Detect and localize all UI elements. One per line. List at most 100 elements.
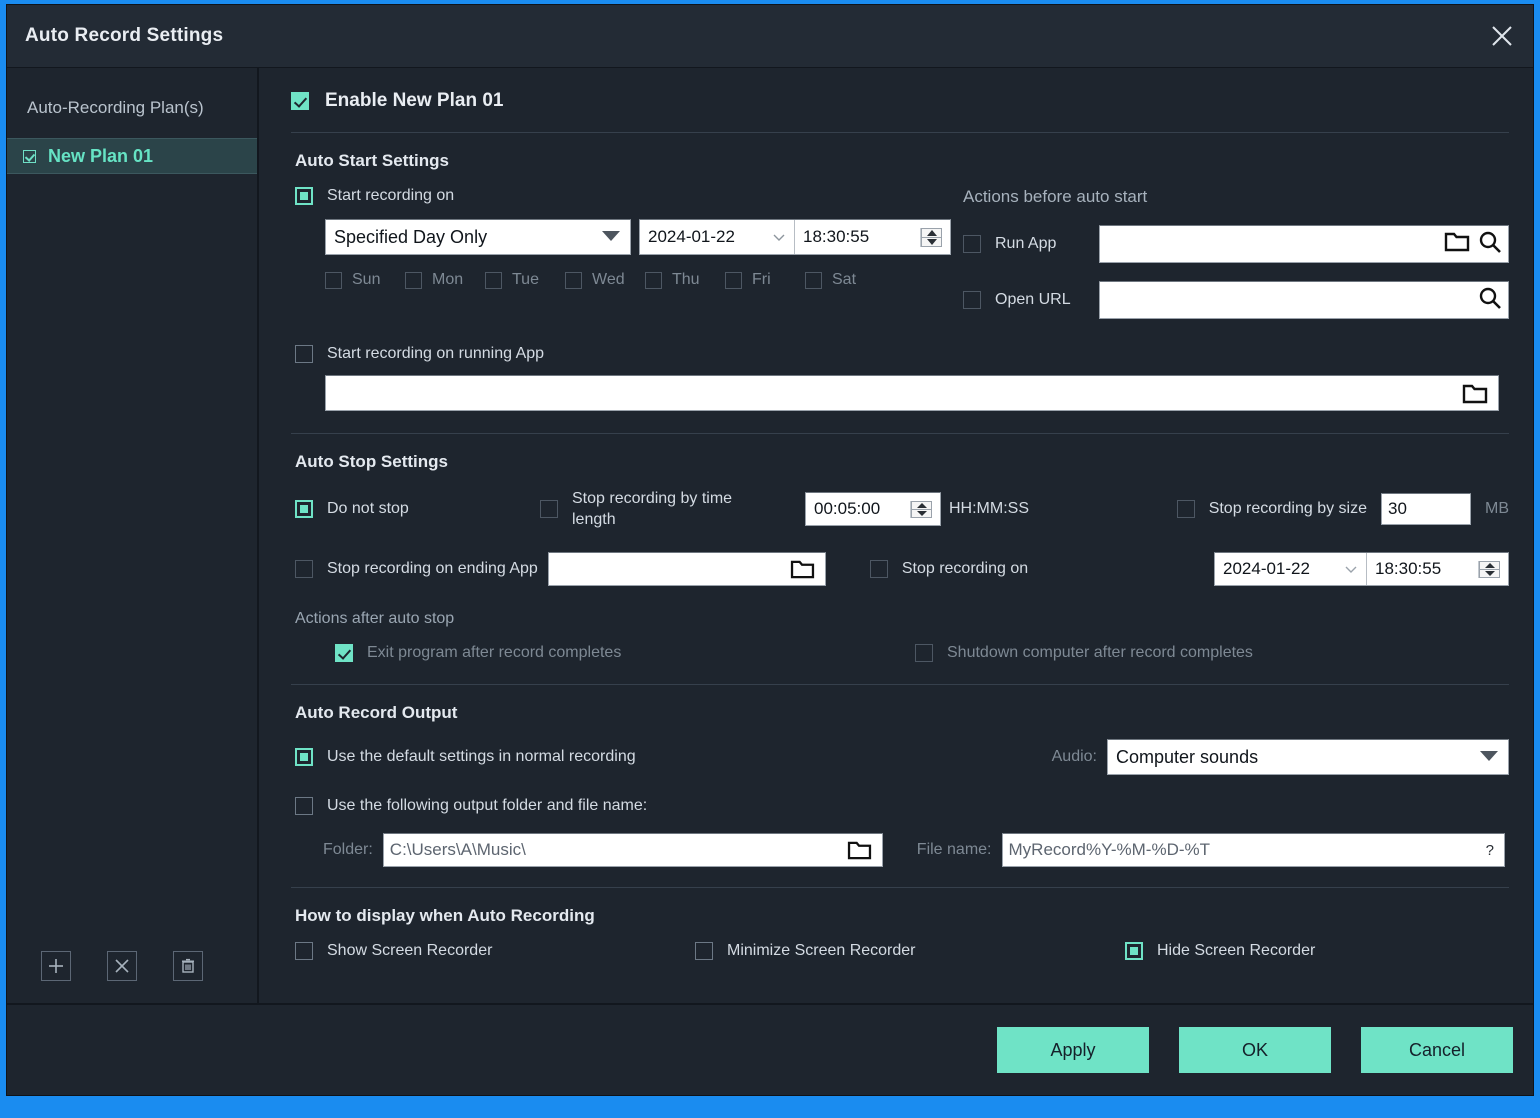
- shutdown-group[interactable]: Shutdown computer after record completes: [915, 644, 1253, 662]
- stop-by-size-label: Stop recording by size: [1208, 500, 1367, 517]
- weekday-sat-checkbox[interactable]: [805, 271, 822, 289]
- stop-size-value: 30: [1388, 499, 1407, 518]
- weekday-wed-checkbox[interactable]: [565, 271, 582, 289]
- search-icon[interactable]: [1478, 286, 1502, 315]
- open-url-input[interactable]: [1099, 281, 1509, 319]
- spinner-up-icon[interactable]: [1479, 560, 1500, 569]
- spinner-down-icon[interactable]: [911, 508, 932, 518]
- time-length-spinner[interactable]: [910, 500, 932, 518]
- ok-button[interactable]: OK: [1179, 1027, 1331, 1073]
- start-recording-on-radio[interactable]: [295, 187, 313, 205]
- use-default-group[interactable]: Use the default settings in normal recor…: [295, 748, 636, 766]
- stop-by-size-checkbox[interactable]: [1176, 500, 1195, 518]
- output-folder-input[interactable]: C:\Users\A\Music\: [382, 833, 883, 867]
- enable-plan-checkbox[interactable]: [291, 92, 309, 110]
- run-app-checkbox[interactable]: [963, 235, 981, 253]
- open-url-checkbox[interactable]: [963, 291, 981, 309]
- run-app-input-icons: [1444, 230, 1502, 259]
- weekday-tue-checkbox[interactable]: [485, 271, 502, 289]
- close-window-button[interactable]: [1471, 5, 1533, 67]
- stop-on-ending-app-checkbox[interactable]: [295, 560, 313, 578]
- start-on-running-app-checkbox[interactable]: [295, 345, 313, 363]
- use-default-radio[interactable]: [295, 748, 313, 766]
- weekday-tue[interactable]: Tue: [485, 271, 565, 289]
- chevron-down-icon: [600, 227, 622, 248]
- weekday-sun-checkbox[interactable]: [325, 271, 342, 289]
- time-length-field[interactable]: 00:05:00: [805, 492, 941, 526]
- folder-icon[interactable]: [1444, 231, 1470, 257]
- start-time-spinner[interactable]: [920, 227, 942, 247]
- run-app-row: Run App: [963, 225, 1509, 263]
- run-app-input[interactable]: [1099, 225, 1509, 263]
- folder-icon[interactable]: [790, 559, 819, 579]
- display-mode-title: How to display when Auto Recording: [295, 906, 595, 925]
- chevron-down-small-icon: [772, 227, 786, 247]
- add-plan-button[interactable]: [41, 951, 71, 981]
- weekday-fri[interactable]: Fri: [725, 271, 805, 289]
- hide-recorder-radio[interactable]: [1125, 942, 1143, 960]
- settings-panel: Enable New Plan 01 Auto Start Settings S…: [259, 68, 1533, 1003]
- window-body: Auto-Recording Plan(s) New Plan 01 Enabl…: [7, 67, 1533, 1003]
- stop-time-field[interactable]: 18:30:55: [1367, 553, 1508, 585]
- hide-recorder-group[interactable]: Hide Screen Recorder: [1125, 942, 1315, 960]
- minimize-recorder-group[interactable]: Minimize Screen Recorder: [695, 942, 1125, 960]
- start-time-field[interactable]: 18:30:55: [795, 220, 950, 254]
- apply-button[interactable]: Apply: [997, 1027, 1149, 1073]
- spinner-down-icon[interactable]: [1479, 568, 1500, 578]
- use-custom-output-checkbox[interactable]: [295, 797, 313, 815]
- show-recorder-label: Show Screen Recorder: [327, 942, 493, 959]
- folder-icon[interactable]: [1462, 383, 1492, 404]
- shutdown-checkbox[interactable]: [915, 644, 933, 662]
- stop-size-input[interactable]: 30: [1381, 493, 1471, 525]
- output-folder-value: C:\Users\A\Music\: [389, 840, 526, 859]
- sidebar: Auto-Recording Plan(s) New Plan 01: [7, 68, 259, 1003]
- weekday-sun[interactable]: Sun: [325, 271, 405, 289]
- output-filename-input[interactable]: MyRecord%Y-%M-%D-%T ?: [1001, 833, 1505, 867]
- cancel-button[interactable]: Cancel: [1361, 1027, 1513, 1073]
- stop-on-ending-app-label: Stop recording on ending App: [327, 560, 538, 577]
- weekday-sat[interactable]: Sat: [805, 271, 885, 289]
- spinner-up-icon[interactable]: [921, 227, 942, 237]
- weekday-mon-checkbox[interactable]: [405, 271, 422, 289]
- auto-start-title: Auto Start Settings: [295, 151, 449, 170]
- show-recorder-radio[interactable]: [295, 942, 313, 960]
- show-recorder-group[interactable]: Show Screen Recorder: [295, 942, 695, 960]
- weekday-mon[interactable]: Mon: [405, 271, 485, 289]
- spinner-down-icon[interactable]: [921, 236, 942, 247]
- use-default-label: Use the default settings in normal recor…: [327, 748, 636, 765]
- weekday-fri-checkbox[interactable]: [725, 271, 742, 289]
- stop-recording-on-checkbox[interactable]: [869, 560, 888, 578]
- stop-on-ending-app-group: Stop recording on ending App: [295, 560, 538, 578]
- weekday-thu[interactable]: Thu: [645, 271, 725, 289]
- weekday-wed[interactable]: Wed: [565, 271, 645, 289]
- window-titlebar: Auto Record Settings: [7, 5, 1533, 67]
- delete-plan-button[interactable]: [173, 951, 203, 981]
- sidebar-item-new-plan-01[interactable]: New Plan 01: [7, 138, 257, 174]
- plan-enabled-checkbox[interactable]: [23, 149, 36, 163]
- running-app-path-input[interactable]: [325, 375, 1499, 411]
- spinner-up-icon[interactable]: [911, 500, 932, 509]
- start-on-running-app-row: Start recording on running App: [295, 345, 1509, 363]
- minimize-recorder-radio[interactable]: [695, 942, 713, 960]
- sidebar-header: Auto-Recording Plan(s): [27, 98, 204, 117]
- audio-select[interactable]: Computer sounds: [1107, 739, 1509, 775]
- stop-by-time-checkbox[interactable]: [540, 500, 558, 518]
- folder-icon[interactable]: [847, 840, 876, 860]
- stop-by-time-group[interactable]: Stop recording by time length: [540, 488, 805, 530]
- weekday-thu-checkbox[interactable]: [645, 271, 662, 289]
- exit-program-group[interactable]: Exit program after record completes: [335, 644, 915, 662]
- remove-plan-button[interactable]: [107, 951, 137, 981]
- stop-ending-app-input[interactable]: [547, 552, 826, 586]
- do-not-stop-group[interactable]: Do not stop: [295, 500, 540, 518]
- stop-date-field[interactable]: 2024-01-22: [1215, 553, 1367, 585]
- start-date-field[interactable]: 2024-01-22: [640, 220, 795, 254]
- search-icon[interactable]: [1478, 230, 1502, 259]
- auto-start-grid: Start recording on Specified Day Only 20…: [291, 187, 1509, 319]
- exit-program-checkbox[interactable]: [335, 644, 353, 662]
- time-format-hint: HH:MM:SS: [949, 500, 1029, 517]
- stop-time-spinner[interactable]: [1478, 560, 1500, 578]
- schedule-mode-select[interactable]: Specified Day Only: [325, 219, 631, 255]
- do-not-stop-radio[interactable]: [295, 500, 313, 518]
- filename-help-icon[interactable]: ?: [1486, 842, 1498, 859]
- time-length-input[interactable]: 00:05:00: [806, 493, 940, 525]
